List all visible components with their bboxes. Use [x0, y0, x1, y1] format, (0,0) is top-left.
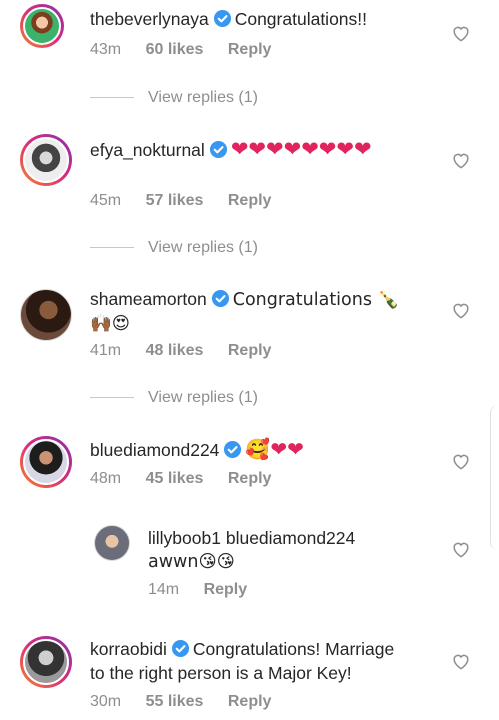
comment-body: 🥰❤❤: [245, 437, 304, 461]
view-replies-button[interactable]: View replies (1): [90, 389, 258, 407]
reply-button[interactable]: Reply: [228, 192, 272, 209]
comment-meta: 14m Reply: [148, 581, 267, 599]
comment-body-line2: to the right person is a Major Key!: [90, 663, 352, 683]
comment-text: shameamorton Congratulations 🍾 🙌🏾😍: [90, 287, 399, 336]
divider: [90, 247, 134, 249]
heart-outline-icon[interactable]: [452, 302, 470, 319]
heart-outline-icon[interactable]: [452, 25, 470, 42]
comment-text: korraobidi Congratulations! Marriage to t…: [90, 637, 394, 685]
comment-text: lillyboob1 bluediamond224 awwn😘😘: [148, 526, 355, 574]
comment-body: Congratulations 🍾: [232, 290, 400, 310]
comment-meta: 30m 55 likes Reply: [90, 693, 291, 711]
avatar[interactable]: [94, 525, 130, 561]
divider: [90, 97, 134, 99]
comment-body: ❤❤❤❤❤❤❤❤: [230, 137, 372, 161]
comment-meta: 43m 60 likes Reply: [90, 41, 291, 59]
reply-button[interactable]: Reply: [228, 693, 272, 710]
heart-outline-icon[interactable]: [452, 453, 470, 470]
username[interactable]: lillyboob1: [148, 528, 221, 548]
likes-count[interactable]: 48 likes: [146, 342, 204, 359]
scroll-handle[interactable]: [490, 405, 499, 550]
view-replies-label: View replies (1): [148, 389, 258, 406]
view-replies-button[interactable]: View replies (1): [90, 239, 258, 257]
likes-count[interactable]: 55 likes: [146, 693, 204, 710]
avatar[interactable]: [20, 636, 72, 688]
verified-badge-icon: [213, 9, 231, 28]
timestamp: 45m: [90, 192, 122, 209]
timestamp: 30m: [90, 693, 122, 710]
view-replies-button[interactable]: View replies (1): [90, 89, 258, 107]
comment-meta: 48m 45 likes Reply: [90, 470, 291, 488]
heart-outline-icon[interactable]: [452, 541, 470, 558]
likes-count[interactable]: 45 likes: [146, 470, 204, 487]
reply-button[interactable]: Reply: [228, 470, 272, 487]
avatar[interactable]: [20, 4, 64, 48]
reply-button[interactable]: Reply: [228, 342, 272, 359]
username[interactable]: efya_nokturnal: [90, 140, 205, 160]
avatar[interactable]: [20, 289, 72, 341]
verified-badge-icon: [171, 639, 189, 658]
verified-badge-icon: [224, 440, 242, 459]
comment-body: Congratulations!!: [234, 9, 368, 29]
comment-body-line2: 🙌🏾😍: [90, 314, 131, 334]
verified-badge-icon: [211, 289, 229, 308]
timestamp: 14m: [148, 581, 180, 598]
username[interactable]: bluediamond224: [90, 440, 219, 460]
username[interactable]: korraobidi: [90, 639, 167, 659]
avatar[interactable]: [20, 134, 72, 186]
comment-body: Congratulations! Marriage: [192, 639, 395, 659]
comment-meta: 41m 48 likes Reply: [90, 342, 291, 360]
username[interactable]: thebeverlynaya: [90, 9, 209, 29]
heart-outline-icon[interactable]: [452, 152, 470, 169]
view-replies-label: View replies (1): [148, 89, 258, 106]
comment-meta: 45m 57 likes Reply: [90, 192, 291, 210]
reply-button[interactable]: Reply: [228, 41, 272, 58]
comment-text: thebeverlynaya Congratulations!!: [90, 7, 367, 31]
likes-count[interactable]: 60 likes: [146, 41, 204, 58]
comment-text: efya_nokturnal ❤❤❤❤❤❤❤❤: [90, 137, 372, 162]
divider: [90, 397, 134, 399]
heart-outline-icon[interactable]: [452, 653, 470, 670]
mention[interactable]: bluediamond224: [226, 528, 355, 548]
avatar[interactable]: [20, 436, 72, 488]
timestamp: 48m: [90, 470, 122, 487]
timestamp: 43m: [90, 41, 122, 58]
timestamp: 41m: [90, 342, 122, 359]
view-replies-label: View replies (1): [148, 239, 258, 256]
reply-button[interactable]: Reply: [204, 581, 248, 598]
likes-count[interactable]: 57 likes: [146, 192, 204, 209]
username[interactable]: shameamorton: [90, 289, 207, 309]
comment-body: awwn😘😘: [148, 552, 235, 572]
comment-text: bluediamond224 🥰❤❤: [90, 437, 304, 462]
verified-badge-icon: [209, 140, 227, 159]
